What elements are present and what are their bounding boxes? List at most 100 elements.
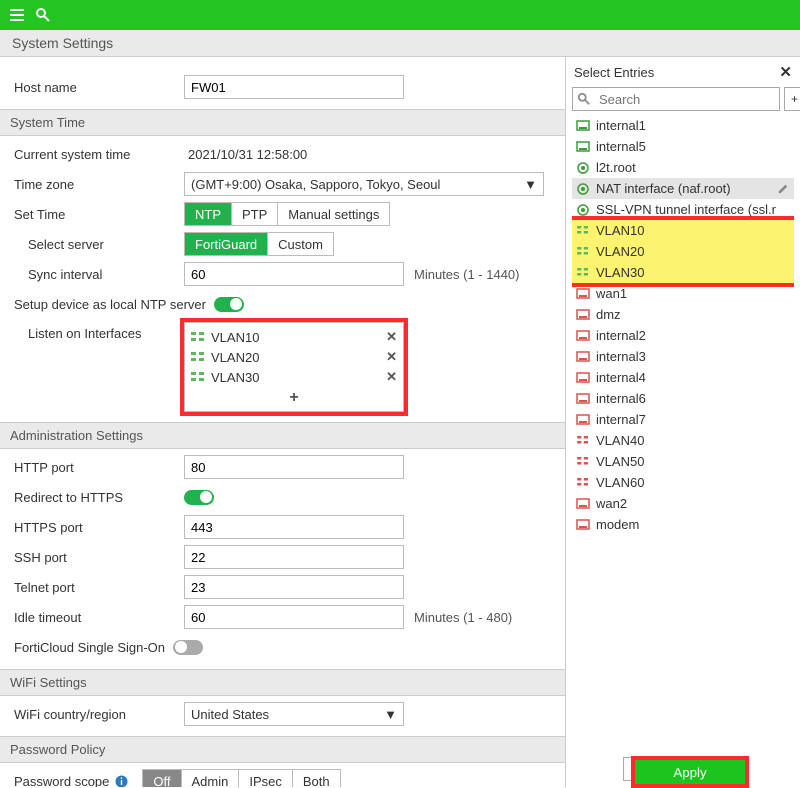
plus-icon: +: [791, 92, 798, 106]
seg-admin[interactable]: Admin: [182, 770, 240, 787]
entry-label: VLAN50: [596, 454, 644, 469]
red-icon: [576, 351, 590, 363]
idle-timeout-label: Idle timeout: [14, 610, 184, 625]
section-admin-settings: Administration Settings: [0, 422, 565, 449]
local-ntp-label: Setup device as local NTP server: [14, 297, 206, 312]
entry-item[interactable]: internal6: [572, 388, 794, 409]
hostname-input[interactable]: [184, 75, 404, 99]
section-password-policy: Password Policy: [0, 736, 565, 763]
entry-item[interactable]: internal2: [572, 325, 794, 346]
current-time-label: Current system time: [14, 147, 184, 162]
entry-item[interactable]: modem: [572, 514, 794, 535]
https-port-input[interactable]: [184, 515, 404, 539]
seg-fortiguard[interactable]: FortiGuard: [185, 233, 268, 255]
search-icon[interactable]: [32, 4, 54, 26]
section-wifi-settings: WiFi Settings: [0, 669, 565, 696]
entry-label: internal3: [596, 349, 646, 364]
entry-label: VLAN40: [596, 433, 644, 448]
entry-item[interactable]: dmz: [572, 304, 794, 325]
phys-icon: [576, 141, 590, 153]
tunnel-icon: [576, 162, 590, 174]
chevron-down-icon: ▼: [384, 707, 397, 722]
entry-item[interactable]: VLAN30: [572, 262, 794, 283]
entry-item[interactable]: VLAN40: [572, 430, 794, 451]
entry-label: internal1: [596, 118, 646, 133]
entry-item[interactable]: internal7: [572, 409, 794, 430]
entry-item[interactable]: internal1: [572, 115, 794, 136]
entry-item[interactable]: internal5: [572, 136, 794, 157]
seg-off[interactable]: Off: [143, 770, 181, 787]
entry-item[interactable]: l2t.root: [572, 157, 794, 178]
wifi-region-dropdown[interactable]: United States ▼: [184, 702, 404, 726]
entry-label: NAT interface (naf.root): [596, 181, 731, 196]
remove-interface-icon[interactable]: ✕: [386, 349, 397, 365]
redirect-https-toggle[interactable]: [184, 490, 214, 505]
select-entries-panel: Select Entries ✕ + Create internal1inter…: [565, 57, 800, 787]
remove-interface-icon[interactable]: ✕: [386, 369, 397, 385]
seg-ptp[interactable]: PTP: [232, 203, 278, 225]
https-port-label: HTTPS port: [14, 520, 184, 535]
apply-button[interactable]: Apply: [635, 760, 745, 784]
entry-item[interactable]: wan1: [572, 283, 794, 304]
add-interface-button[interactable]: +: [189, 389, 399, 407]
entry-label: VLAN30: [596, 265, 644, 280]
entry-item[interactable]: VLAN20: [572, 241, 794, 262]
entry-item[interactable]: VLAN60: [572, 472, 794, 493]
sso-toggle[interactable]: [173, 640, 203, 655]
entry-item[interactable]: wan2: [572, 493, 794, 514]
vlan-icon: [191, 352, 205, 362]
entry-item[interactable]: internal4: [572, 367, 794, 388]
entry-label: VLAN60: [596, 475, 644, 490]
red-icon: [576, 393, 590, 405]
entry-label: SSL-VPN tunnel interface (ssl.root): [596, 202, 776, 217]
listen-interfaces-box: VLAN10 ✕ VLAN20 ✕ VLAN30 ✕ +: [184, 322, 404, 412]
tunnel-icon: [576, 204, 590, 216]
telnet-port-label: Telnet port: [14, 580, 184, 595]
entry-item[interactable]: NAT interface (naf.root): [572, 178, 794, 199]
wifi-region-label: WiFi country/region: [14, 707, 184, 722]
entry-label: l2t.root: [596, 160, 636, 175]
chevron-down-icon: ▼: [524, 177, 537, 192]
http-port-label: HTTP port: [14, 460, 184, 475]
telnet-port-input[interactable]: [184, 575, 404, 599]
entry-label: internal5: [596, 139, 646, 154]
red-icon: [576, 519, 590, 531]
entry-item[interactable]: internal3: [572, 346, 794, 367]
create-button[interactable]: + Create: [784, 87, 800, 111]
info-icon[interactable]: [115, 775, 128, 788]
vlan-icon: [576, 268, 590, 278]
local-ntp-toggle[interactable]: [214, 297, 244, 312]
sync-interval-hint: Minutes (1 - 1440): [414, 267, 520, 282]
idle-timeout-input[interactable]: [184, 605, 404, 629]
entry-label: dmz: [596, 307, 621, 322]
remove-interface-icon[interactable]: ✕: [386, 329, 397, 345]
close-icon[interactable]: ✕: [779, 63, 792, 81]
listen-interface-item: VLAN20 ✕: [189, 347, 399, 367]
http-port-input[interactable]: [184, 455, 404, 479]
vlan-icon: [576, 226, 590, 236]
ssh-port-input[interactable]: [184, 545, 404, 569]
entry-label: internal6: [596, 391, 646, 406]
ssh-port-label: SSH port: [14, 550, 184, 565]
pencil-icon[interactable]: [777, 181, 790, 197]
menu-icon[interactable]: [6, 4, 28, 26]
seg-ntp[interactable]: NTP: [185, 203, 232, 225]
password-scope-label: Password scope: [14, 774, 128, 788]
search-input-wrap: [572, 87, 780, 111]
wifi-region-value: United States: [191, 707, 269, 722]
seg-manual[interactable]: Manual settings: [278, 203, 389, 225]
entries-search-input[interactable]: [595, 92, 779, 107]
seg-custom[interactable]: Custom: [268, 233, 333, 255]
seg-ipsec[interactable]: IPsec: [239, 770, 293, 787]
tunnel-icon: [576, 183, 590, 195]
hostname-label: Host name: [14, 80, 184, 95]
entry-item[interactable]: VLAN50: [572, 451, 794, 472]
sync-interval-input[interactable]: [184, 262, 404, 286]
entry-item[interactable]: VLAN10: [572, 220, 794, 241]
idle-timeout-hint: Minutes (1 - 480): [414, 610, 512, 625]
timezone-dropdown[interactable]: (GMT+9:00) Osaka, Sapporo, Tokyo, Seoul …: [184, 172, 544, 196]
seg-both[interactable]: Both: [293, 770, 340, 787]
password-scope-segment: Off Admin IPsec Both: [142, 769, 340, 787]
entry-item[interactable]: SSL-VPN tunnel interface (ssl.root): [572, 199, 794, 220]
listen-interface-item: VLAN10 ✕: [189, 327, 399, 347]
